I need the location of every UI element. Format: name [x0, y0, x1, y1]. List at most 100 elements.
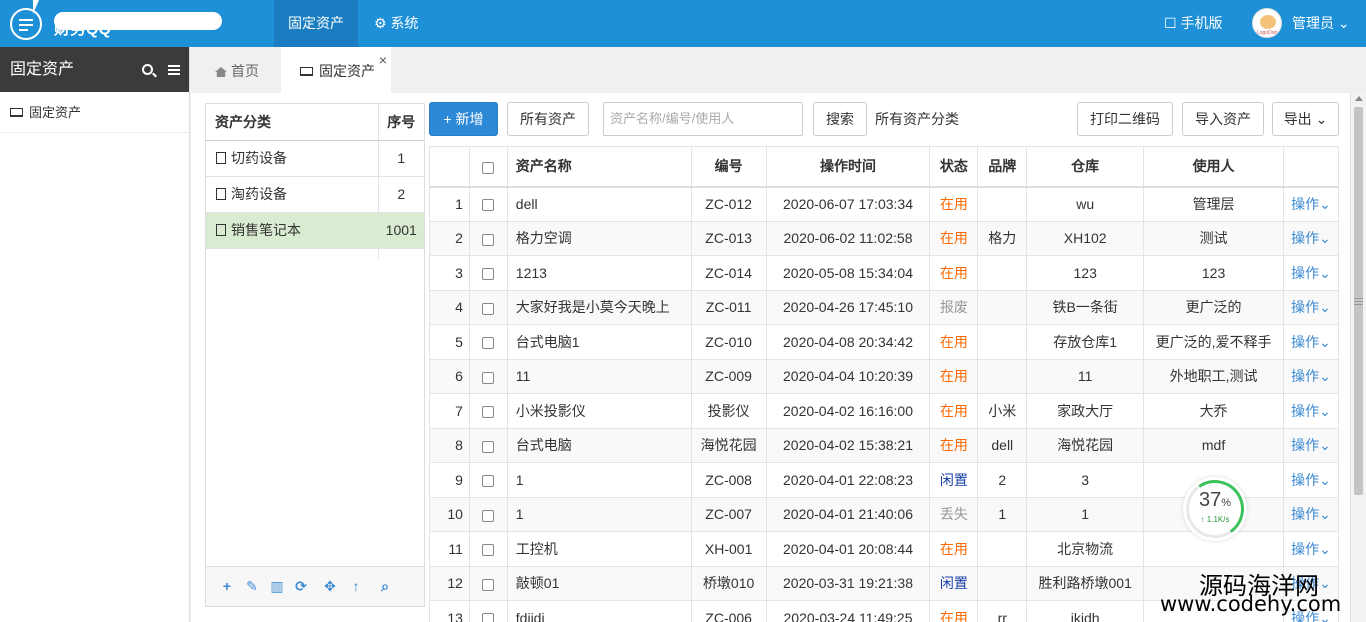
sidebar: 固定资产 固定资产: [0, 47, 190, 622]
table-row[interactable]: 7 小米投影仪 投影仪 2020-04-02 16:16:00 在用 小米 家政大厅 大乔 操作…: [429, 393, 1339, 429]
laptop-icon: [300, 66, 313, 76]
action-dropdown[interactable]: 操作⌄: [1283, 531, 1339, 567]
user-avatar[interactable]: LogoDog: [1252, 8, 1282, 38]
category-seq: 1001: [377, 212, 424, 249]
asset-code: XH-001: [690, 531, 767, 567]
action-dropdown[interactable]: 操作⌄: [1283, 324, 1339, 360]
asset-time: 2020-06-02 11:02:58: [765, 220, 931, 256]
tab-fixed-assets[interactable]: 固定资产 ×: [281, 47, 391, 93]
row-checkbox[interactable]: [468, 565, 508, 601]
add-button[interactable]: + 新增: [429, 102, 498, 136]
category-name: 销售笔记本: [206, 212, 378, 249]
table-row[interactable]: 2 格力空调 ZC-013 2020-06-02 11:02:58 在用 格力 XH102 测…: [429, 220, 1339, 256]
asset-code: ZC-013: [690, 220, 767, 256]
row-checkbox[interactable]: [468, 358, 508, 394]
brand-header: 品牌: [977, 146, 1028, 188]
search-icon[interactable]: ⌕: [378, 579, 392, 593]
refresh-icon[interactable]: ⟳: [294, 579, 308, 593]
status-badge: 闲置: [929, 462, 979, 498]
sidebar-title: 固定资产: [10, 61, 75, 78]
category-panel: 资产分类 序号 切药设备 1 淘药设备 2 销售笔记本 1001 + ✎ ▥ ⟳ ✥ ↑ …: [205, 103, 425, 607]
status-badge: 丢失: [929, 496, 979, 532]
category-seq: 1: [377, 140, 424, 177]
menu-icon[interactable]: [168, 65, 180, 75]
category-row[interactable]: 销售笔记本 1001: [206, 212, 424, 249]
row-checkbox[interactable]: [468, 393, 508, 429]
table-row[interactable]: 1 dell ZC-012 2020-06-07 17:03:34 在用 wu 管理层 操作⌄: [429, 186, 1339, 222]
action-dropdown[interactable]: 操作⌄: [1283, 186, 1339, 222]
brand-redaction: [54, 12, 222, 30]
scroll-up-icon[interactable]: [1355, 96, 1363, 101]
row-checkbox[interactable]: [468, 220, 508, 256]
network-speed-widget[interactable]: 37% ↑ 1.1K/s: [1181, 475, 1249, 543]
nav-system[interactable]: ⚙ 系统: [360, 0, 432, 47]
category-name: 淘药设备: [206, 176, 378, 213]
action-dropdown[interactable]: 操作⌄: [1283, 220, 1339, 256]
nav-fixed-assets[interactable]: 固定资产: [274, 0, 358, 47]
add-icon[interactable]: +: [220, 579, 234, 593]
select-all-checkbox[interactable]: [468, 146, 508, 188]
search-input[interactable]: 资产名称/编号/使用人: [603, 102, 803, 136]
action-dropdown[interactable]: 操作⌄: [1283, 393, 1339, 429]
table-row[interactable]: 4 大家好我是小莫今天晚上 ZC-011 2020-04-26 17:45:10 报废 铁…: [429, 289, 1339, 325]
action-dropdown[interactable]: 操作⌄: [1283, 289, 1339, 325]
action-dropdown[interactable]: 操作⌄: [1283, 462, 1339, 498]
asset-time: 2020-04-08 20:34:42: [765, 324, 931, 360]
delete-icon[interactable]: ▥: [270, 579, 284, 593]
move-icon[interactable]: ✥: [323, 579, 337, 593]
close-tab-icon[interactable]: ×: [379, 36, 387, 84]
code-header: 编号: [690, 146, 767, 188]
row-number-header: [429, 146, 470, 188]
row-checkbox[interactable]: [468, 324, 508, 360]
scrollbar-thumb[interactable]: [1354, 107, 1363, 495]
file-icon: [216, 188, 226, 200]
mobile-version-link[interactable]: ☐ 手机版: [1164, 0, 1222, 47]
up-arrow-icon[interactable]: ↑: [349, 579, 363, 593]
row-checkbox[interactable]: [468, 186, 508, 222]
row-checkbox[interactable]: [468, 600, 508, 622]
row-checkbox[interactable]: [468, 289, 508, 325]
asset-brand: dell: [977, 427, 1028, 463]
print-qr-button[interactable]: 打印二维码: [1077, 102, 1173, 136]
action-dropdown[interactable]: 操作⌄: [1283, 255, 1339, 291]
sidebar-item-fixed-assets[interactable]: 固定资产: [0, 92, 189, 133]
asset-brand: 1: [977, 496, 1028, 532]
user-menu[interactable]: 管理员 ⌄: [1292, 0, 1350, 47]
all-assets-button[interactable]: 所有资产: [507, 102, 589, 136]
row-checkbox[interactable]: [468, 531, 508, 567]
row-checkbox[interactable]: [468, 462, 508, 498]
row-checkbox[interactable]: [468, 427, 508, 463]
row-checkbox[interactable]: [468, 255, 508, 291]
table-row[interactable]: 3 1213 ZC-014 2020-05-08 15:34:04 在用 123 123 操作…: [429, 255, 1339, 291]
asset-code: 投影仪: [690, 393, 767, 429]
category-row[interactable]: 切药设备 1: [206, 140, 424, 177]
table-row[interactable]: 6 11 ZC-009 2020-04-04 10:20:39 在用 11 外地职工,测试操…: [429, 358, 1339, 394]
asset-code: ZC-009: [690, 358, 767, 394]
table-row[interactable]: 5 台式电脑1 ZC-010 2020-04-08 20:34:42 在用 存放仓库1 更广…: [429, 324, 1339, 360]
search-button[interactable]: 搜索: [813, 102, 867, 136]
export-button[interactable]: 导出 ⌄: [1272, 102, 1339, 136]
import-button[interactable]: 导入资产: [1182, 102, 1264, 136]
row-checkbox[interactable]: [468, 496, 508, 532]
asset-warehouse: jkjdh: [1026, 600, 1145, 622]
status-badge: 报废: [929, 289, 979, 325]
edit-icon[interactable]: ✎: [245, 579, 259, 593]
asset-time: 2020-06-07 17:03:34: [765, 186, 931, 222]
asset-time: 2020-05-08 15:34:04: [765, 255, 931, 291]
category-header: 资产分类: [206, 104, 378, 141]
vertical-scrollbar[interactable]: [1350, 93, 1366, 622]
asset-code: ZC-014: [690, 255, 767, 291]
action-dropdown[interactable]: 操作⌄: [1283, 496, 1339, 532]
search-icon[interactable]: [142, 64, 153, 75]
category-toolbar: + ✎ ▥ ⟳ ✥ ↑ ⌕: [206, 566, 424, 606]
row-number: 6: [429, 358, 470, 394]
action-dropdown[interactable]: 操作⌄: [1283, 358, 1339, 394]
category-row[interactable]: 淘药设备 2: [206, 176, 424, 213]
row-number: 11: [429, 531, 470, 567]
asset-user: 管理层: [1143, 186, 1285, 222]
tab-home[interactable]: 首页: [203, 47, 271, 93]
asset-name: 小米投影仪: [506, 393, 692, 429]
table-row[interactable]: 8 台式电脑 海悦花园 2020-04-02 15:38:21 在用 dell 海悦花园 md…: [429, 427, 1339, 463]
action-dropdown[interactable]: 操作⌄: [1283, 427, 1339, 463]
asset-brand: [977, 531, 1028, 567]
